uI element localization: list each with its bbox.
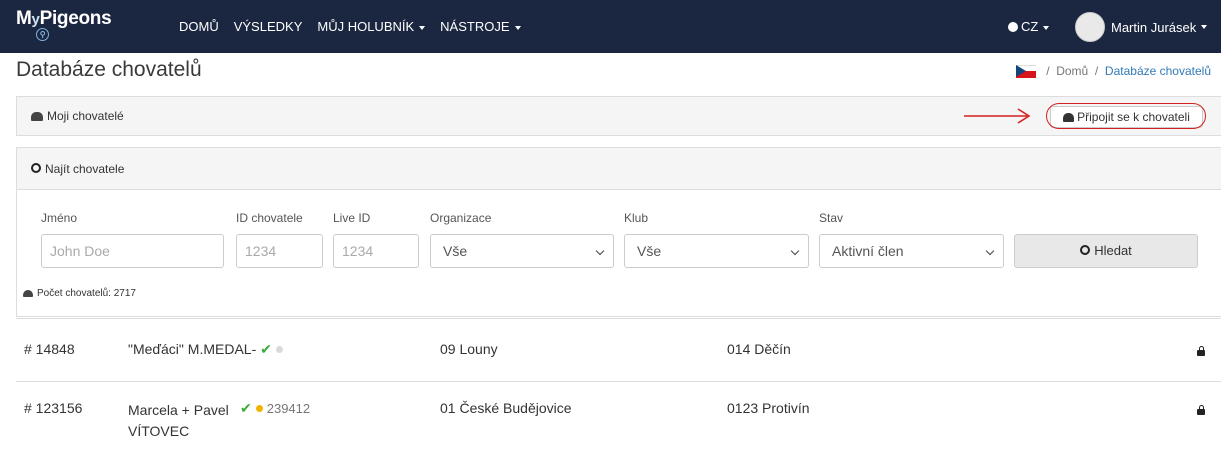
- breeder-count: Počet chovatelů: 2717: [23, 288, 136, 299]
- organization: 01 České Budějovice: [440, 400, 572, 416]
- breeder-name-line-1: Marcela + Pavel: [128, 402, 229, 418]
- nav-results[interactable]: VÝSLEDKY: [234, 19, 303, 34]
- nav-my-loft-label: MŮJ HOLUBNÍK: [317, 19, 415, 34]
- organization: 09 Louny: [440, 341, 498, 357]
- logo-coin-icon: ⚲: [36, 28, 49, 41]
- globe-icon: [1008, 22, 1018, 32]
- live-id-label: Live ID: [333, 211, 371, 225]
- club-value: Vše: [637, 243, 662, 259]
- search-button[interactable]: Hledat: [1014, 234, 1198, 268]
- chevron-down-icon: [1043, 25, 1050, 30]
- breeder-name[interactable]: "Meďáci" M.MEDAL- ✔: [128, 341, 287, 358]
- logo-y: y: [31, 11, 40, 28]
- chevron-down-icon: [595, 246, 605, 256]
- breadcrumb-separator: /: [1046, 64, 1050, 78]
- navbar: MyPigeons ⚲ DOMŮ VÝSLEDKY MŮJ HOLUBNÍK N…: [0, 0, 1221, 53]
- status-label: Stav: [819, 211, 844, 225]
- search-title: Najít chovatele: [31, 162, 124, 176]
- my-breeders-title: Moji chovatelé: [31, 109, 124, 123]
- status-dot-icon: [255, 405, 263, 412]
- main-menu: DOMŮ VÝSLEDKY MŮJ HOLUBNÍK NÁSTROJE: [179, 19, 536, 34]
- breadcrumb-separator: /: [1094, 64, 1099, 78]
- user-name: Martin Jurásek: [1111, 19, 1197, 35]
- check-icon: ✔: [240, 400, 252, 416]
- name-label: Jméno: [41, 211, 78, 225]
- breeder-status: ✔ 239412: [240, 400, 310, 417]
- search-icon: [1080, 245, 1091, 255]
- organization-label: Organizace: [430, 211, 492, 225]
- table-row[interactable]: # 123156 Marcela + Pavel VÍTOVEC ✔ 239412…: [16, 382, 1221, 453]
- my-breeders-label: Moji chovatelé: [47, 109, 124, 123]
- annotation-arrow-icon: [964, 108, 1031, 124]
- breadcrumb-home[interactable]: Domů: [1056, 64, 1088, 78]
- page-title: Databáze chovatelů: [16, 58, 202, 81]
- nav-tools-label: NÁSTROJE: [440, 19, 510, 34]
- breeder-name-line-2: VÍTOVEC: [128, 423, 190, 439]
- my-breeders-panel: Moji chovatelé Připojit se k chovateli: [16, 96, 1221, 136]
- search-panel-header: Najít chovatele: [17, 148, 1221, 190]
- logo-m: M: [16, 8, 32, 29]
- chevron-down-icon: [790, 246, 800, 256]
- chevron-down-icon: [514, 25, 521, 30]
- breeder-id-label: ID chovatele: [236, 211, 303, 225]
- organization-value: Vše: [443, 243, 468, 259]
- lock-icon: [1197, 405, 1205, 415]
- name-input[interactable]: John Doe: [41, 234, 224, 268]
- page-header: Databáze chovatelů / Domů / Databáze cho…: [0, 53, 1221, 88]
- breeder-id: # 14848: [24, 341, 75, 357]
- live-id-input[interactable]: 1234: [333, 234, 419, 268]
- breadcrumb: / Domů / Databáze chovatelů: [1016, 64, 1211, 78]
- chevron-down-icon: [985, 246, 995, 256]
- annotation-oval: [1046, 103, 1206, 129]
- breeder-name[interactable]: Marcela + Pavel VÍTOVEC: [128, 400, 229, 442]
- breeder-name-text: "Meďáci" M.MEDAL-: [128, 341, 257, 357]
- nav-my-loft[interactable]: MŮJ HOLUBNÍK: [317, 19, 426, 34]
- users-icon: [31, 112, 43, 121]
- status-select[interactable]: Aktivní člen: [819, 234, 1004, 268]
- language-label: CZ: [1021, 19, 1039, 34]
- nav-tools[interactable]: NÁSTROJE: [440, 19, 521, 34]
- avatar: [1075, 12, 1105, 42]
- breeder-count-label: Počet chovatelů: 2717: [37, 288, 136, 299]
- breeder-id: # 123156: [24, 400, 83, 416]
- live-id: 239412: [266, 401, 311, 416]
- logo-rest: Pigeons: [39, 8, 112, 29]
- search-icon: [31, 163, 41, 173]
- chevron-down-icon: [1201, 25, 1208, 29]
- table-row[interactable]: # 14848 "Meďáci" M.MEDAL- ✔ 09 Louny 014…: [16, 319, 1221, 381]
- breadcrumb-current[interactable]: Databáze chovatelů: [1105, 64, 1211, 78]
- search-button-label: Hledat: [1094, 243, 1132, 258]
- search-panel: Najít chovatele: [16, 147, 1221, 317]
- club-label: Klub: [624, 211, 649, 225]
- search-title-label: Najít chovatele: [45, 162, 125, 176]
- chevron-down-icon: [419, 25, 426, 30]
- breeder-id-input[interactable]: 1234: [236, 234, 323, 268]
- check-icon: ✔: [256, 341, 272, 357]
- organization-select[interactable]: Vše: [430, 234, 614, 268]
- lock-icon: [1197, 346, 1205, 356]
- status-value: Aktivní člen: [832, 243, 904, 259]
- language-dropdown[interactable]: CZ: [1008, 19, 1050, 34]
- users-icon: [23, 290, 33, 297]
- logo[interactable]: MyPigeons ⚲: [16, 8, 112, 41]
- czech-flag-icon: [1016, 64, 1037, 78]
- club-select[interactable]: Vše: [624, 234, 809, 268]
- user-menu[interactable]: Martin Jurásek: [1075, 12, 1208, 42]
- nav-home[interactable]: DOMŮ: [179, 19, 219, 34]
- club: 0123 Protivín: [727, 400, 810, 416]
- club: 014 Děčín: [727, 341, 791, 357]
- status-dot-icon: [275, 346, 283, 353]
